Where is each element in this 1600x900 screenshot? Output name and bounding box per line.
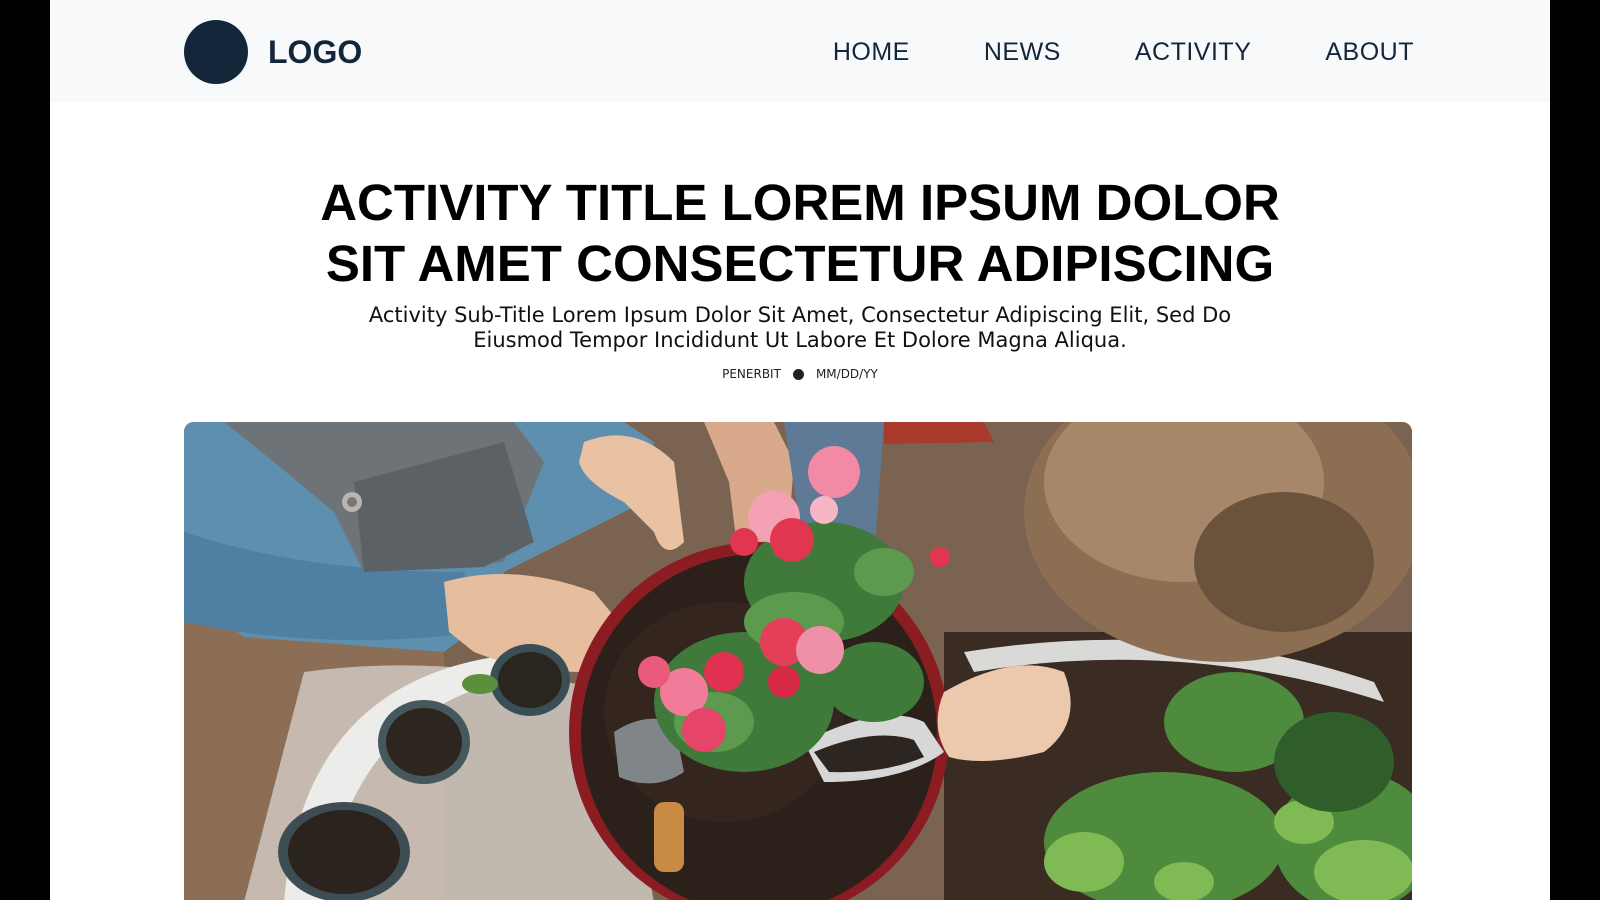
main-nav: HOME NEWS ACTIVITY ABOUT — [833, 30, 1414, 74]
article-title-line-2: SIT AMET CONSECTETUR ADIPISCING — [325, 235, 1275, 292]
article-meta: PENERBIT MM/DD/YY — [550, 364, 1050, 384]
logo-text[interactable]: LOGO — [268, 30, 362, 74]
article-subtitle: Activity Sub-Title Lorem Ipsum Dolor Sit… — [350, 303, 1250, 353]
nav-home-link[interactable]: HOME — [833, 38, 910, 67]
publish-date: MM/DD/YY — [815, 367, 878, 381]
article-title-line-1: ACTIVITY TITLE LOREM IPSUM DOLOR — [320, 174, 1280, 231]
nav-news-link[interactable]: NEWS — [984, 38, 1061, 67]
article-subtitle-line-2: Eiusmod Tempor Incididunt Ut Labore Et D… — [473, 328, 1127, 352]
hero-image-illustration — [184, 422, 1412, 900]
article-title: ACTIVITY TITLE LOREM IPSUM DOLOR SIT AME… — [200, 172, 1400, 294]
meta-separator-dot — [792, 368, 804, 380]
nav-activity-link[interactable]: ACTIVITY — [1135, 38, 1252, 67]
page-frame: LOGO HOME NEWS ACTIVITY ABOUT ACTIVITY T… — [50, 0, 1550, 900]
top-navbar: LOGO HOME NEWS ACTIVITY ABOUT — [50, 0, 1550, 102]
article-subtitle-line-1: Activity Sub-Title Lorem Ipsum Dolor Sit… — [368, 303, 1232, 327]
hero-image — [184, 422, 1412, 900]
nav-about-link[interactable]: ABOUT — [1325, 38, 1414, 67]
logo-mark[interactable] — [184, 20, 248, 84]
publisher-label: PENERBIT — [722, 367, 781, 381]
